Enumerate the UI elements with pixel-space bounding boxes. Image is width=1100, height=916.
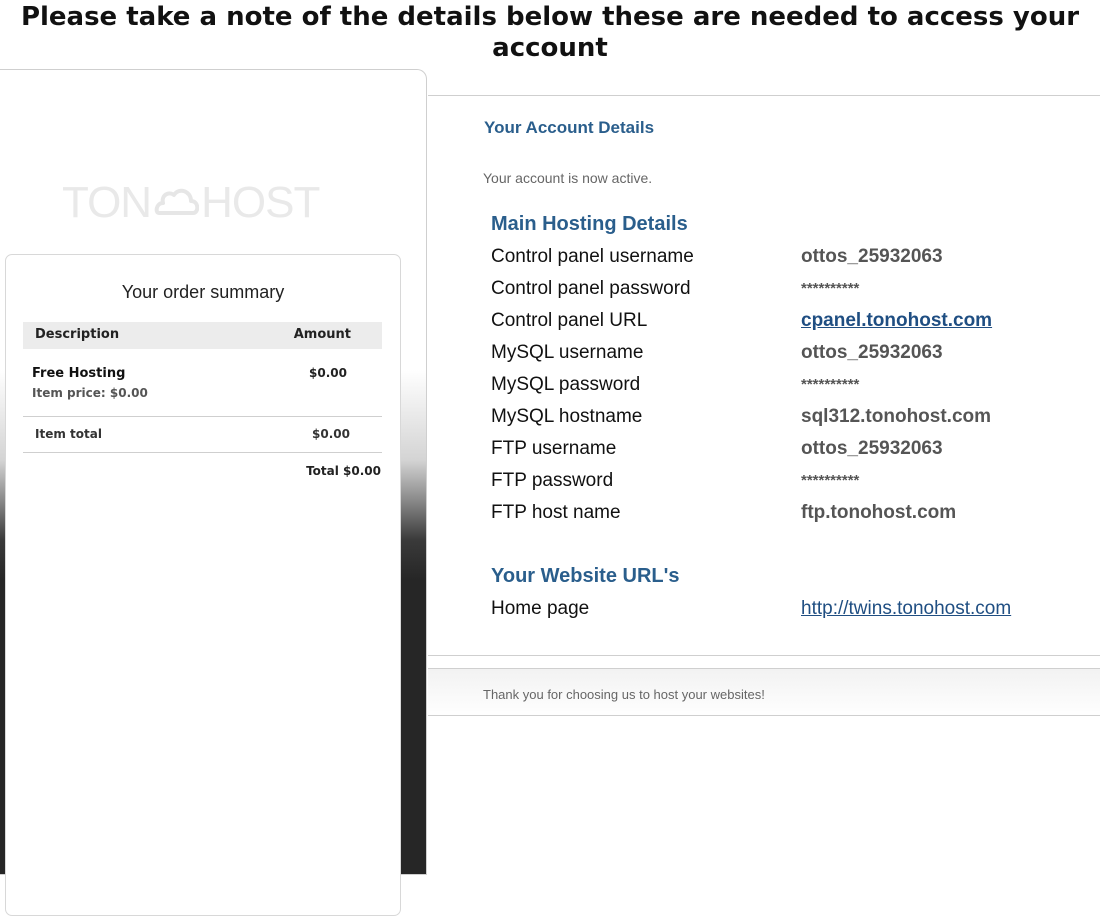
order-summary-title: Your order summary [121, 282, 285, 302]
footer-text: Thank you for choosing us to host your w… [483, 687, 765, 702]
detail-label: MySQL hostname [491, 406, 643, 427]
detail-label: Control panel username [491, 246, 694, 267]
order-summary-card: Your order summary Description Amount Fr… [5, 254, 401, 916]
cloud-icon [153, 180, 200, 226]
home-page-link[interactable]: http://twins.tonohost.com [801, 598, 1011, 620]
col-amount: Amount [293, 327, 351, 342]
detail-label: FTP host name [491, 502, 621, 523]
ftp-username-value: ottos_25932063 [801, 438, 943, 459]
account-details-title: Your Account Details [484, 118, 655, 137]
order-sidebar: TON HOST Your order summary Description … [0, 69, 427, 916]
mysql-username-value: ottos_25932063 [801, 342, 943, 363]
content-top-rule [428, 95, 1100, 96]
item-name: Free Hosting [32, 366, 126, 381]
home-page-label: Home page [491, 598, 590, 619]
cpanel-username-value: ottos_25932063 [801, 246, 943, 267]
tonohost-logo[interactable]: TON HOST [62, 180, 328, 226]
item-total-amount: $0.00 [312, 427, 350, 441]
main-hosting-heading: Main Hosting Details [491, 213, 688, 235]
detail-label: Control panel password [491, 278, 691, 299]
order-divider [23, 452, 382, 453]
logo-text-right: HOST [201, 178, 320, 227]
footer-divider [428, 668, 1100, 669]
cpanel-password-value: ********** [801, 280, 860, 297]
grand-total: Total $0.00 [306, 464, 381, 478]
ftp-hostname-value: ftp.tonohost.com [801, 502, 957, 523]
detail-label: MySQL password [491, 374, 641, 395]
item-price: Item price: $0.00 [32, 386, 148, 400]
account-status-text: Your account is now active. [483, 170, 653, 186]
order-divider [23, 416, 382, 417]
mysql-password-value: ********** [801, 376, 860, 393]
detail-label: Control panel URL [491, 310, 648, 331]
detail-label: FTP password [491, 470, 614, 491]
notice-heading: Please take a note of the details below … [20, 2, 1080, 63]
footer-bar: Thank you for choosing us to host your w… [428, 655, 1100, 716]
website-urls-heading: Your Website URL's [491, 565, 680, 587]
item-total-label: Item total [35, 427, 102, 441]
cpanel-url-link[interactable]: cpanel.tonohost.com [801, 310, 992, 332]
col-description: Description [35, 327, 120, 342]
mysql-hostname-value: sql312.tonohost.com [801, 406, 992, 427]
ftp-password-value: ********** [801, 472, 860, 489]
detail-label: MySQL username [491, 342, 644, 363]
logo-text-left: TON [62, 178, 152, 227]
order-table-header: Description Amount [23, 322, 382, 349]
detail-label: FTP username [491, 438, 617, 459]
item-amount: $0.00 [309, 366, 347, 380]
